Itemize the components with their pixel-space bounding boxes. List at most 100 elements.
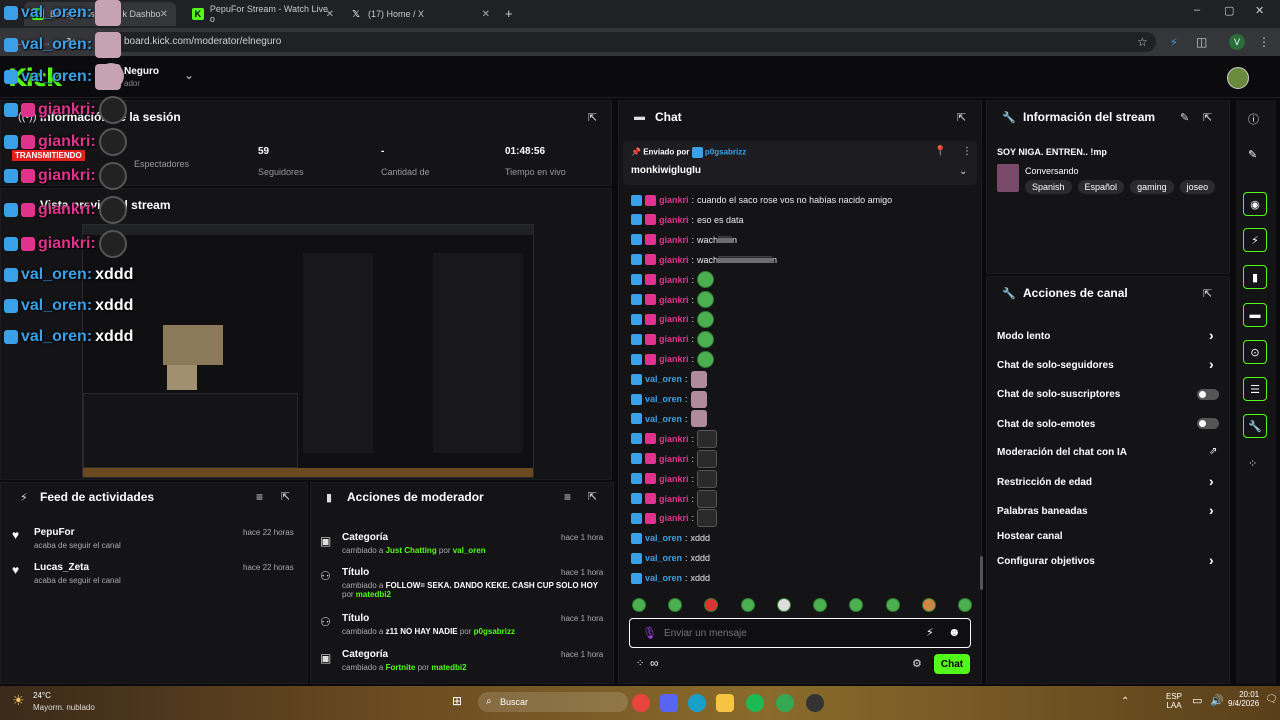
emote-icon[interactable] (921, 598, 936, 612)
pin-icon[interactable]: 📍 (934, 146, 946, 157)
pink-emote-icon[interactable] (690, 390, 707, 408)
action-ai-moderation[interactable]: Moderación del chat con IA (997, 447, 1127, 458)
volume-icon[interactable]: 🔊 (1210, 694, 1224, 707)
chat-username[interactable]: giankri (659, 314, 689, 324)
chat-input[interactable] (664, 625, 914, 641)
chat-message[interactable]: giankri: (631, 330, 715, 348)
bolt-icon[interactable]: ⚡ (1243, 228, 1267, 252)
chat-message[interactable]: val_oren: (631, 370, 707, 388)
chat-username[interactable]: giankri (659, 235, 689, 245)
folder-icon[interactable] (716, 694, 734, 712)
emote-icon[interactable] (885, 598, 900, 612)
layers-icon[interactable]: ☰ (1243, 377, 1267, 401)
frog-emote-icon[interactable] (697, 330, 715, 348)
chat-message[interactable]: giankri: eso es data (631, 212, 744, 228)
close-icon[interactable]: ✕ (326, 9, 334, 20)
chat-username[interactable]: giankri (659, 255, 689, 265)
chat-username[interactable]: giankri (659, 434, 689, 444)
extensions-puzzle-icon[interactable]: ◫ (1196, 35, 1207, 49)
chat-message[interactable]: giankri: wachiiiiiiiiiiiiiiiiiiiiiiiiiiin (631, 252, 777, 268)
chat-username[interactable]: val_oren (645, 374, 682, 384)
emote-icon[interactable] (813, 598, 828, 612)
url-field[interactable]: board.kick.com/moderator/elneguro (96, 32, 1156, 52)
chat-message[interactable]: val_oren: xddd (631, 530, 710, 546)
discord-icon[interactable] (660, 694, 678, 712)
chat-username[interactable]: giankri (659, 454, 689, 464)
frog-emote-icon[interactable] (697, 350, 715, 368)
popout-icon[interactable]: ⇱ (1203, 287, 1212, 300)
chrome-profile-icon[interactable] (776, 694, 794, 712)
chat-message[interactable]: giankri: wachiiiiiiin (631, 232, 737, 248)
chat-message[interactable]: giankri: (631, 271, 715, 289)
chat-username[interactable]: val_oren (645, 573, 682, 583)
chrome-icon[interactable] (632, 694, 650, 712)
tag[interactable]: joseo (1179, 180, 1216, 194)
emote-icon[interactable] (740, 598, 755, 612)
chat-scrollbar[interactable] (980, 556, 983, 590)
chat-username[interactable]: giankri (659, 474, 689, 484)
chat-message[interactable]: val_oren: (631, 390, 707, 408)
close-window-icon[interactable]: ✕ (1255, 4, 1264, 17)
network-icon[interactable]: ▭ (1192, 694, 1202, 707)
pink-emote-icon[interactable] (690, 370, 707, 388)
cat-emote-icon[interactable] (697, 469, 718, 488)
emote-icon[interactable] (632, 598, 646, 612)
frog-emote-icon[interactable] (697, 291, 715, 308)
action-followers-only[interactable]: Chat de solo-seguidores (997, 360, 1114, 371)
tag[interactable]: Español (1077, 180, 1125, 194)
bookmark-star-icon[interactable]: ☆ (1137, 35, 1148, 49)
emotes-only-toggle[interactable] (1197, 418, 1219, 429)
chat-message[interactable]: giankri: (631, 350, 715, 368)
emote-icon[interactable] (957, 598, 972, 612)
menu-kebab-icon[interactable]: ⋮ (962, 146, 972, 157)
edit-pencil-icon[interactable]: ✎ (1180, 111, 1189, 124)
taskbar-search[interactable]: Buscar (478, 692, 628, 712)
new-tab-button[interactable]: + (505, 6, 513, 21)
clock[interactable]: 20:01 9/4/2026 (1228, 690, 1259, 708)
popout-icon[interactable]: ⇱ (1203, 111, 1212, 124)
chat-username[interactable]: giankri (659, 513, 689, 523)
action-configure-goals[interactable]: Configurar objetivos (997, 556, 1095, 567)
pinned-message[interactable]: 📌 Enviado por p0gsabrizz monkiwiglugIu 📍… (623, 141, 977, 185)
dots-icon[interactable]: ⁘ (1248, 457, 1257, 470)
popout-icon[interactable]: ⇱ (957, 111, 966, 124)
frog-emote-icon[interactable] (697, 271, 715, 289)
chat-username[interactable]: giankri (659, 275, 689, 285)
chevron-right-icon[interactable]: › (1209, 552, 1214, 568)
chat-message[interactable]: val_oren: (631, 410, 707, 428)
chat-username[interactable]: val_oren (645, 394, 682, 404)
emoji-icon[interactable]: ☻ (948, 625, 961, 639)
popout-icon[interactable]: ⇱ (588, 490, 597, 503)
action-banned-words[interactable]: Palabras baneadas (997, 506, 1088, 517)
obs-icon[interactable] (806, 694, 824, 712)
extension-icon[interactable]: ⚡ (1170, 36, 1178, 49)
tag[interactable]: gaming (1130, 180, 1174, 194)
frog-emote-icon[interactable] (697, 310, 715, 328)
chat-username[interactable]: val_oren (645, 533, 682, 543)
book-icon[interactable]: ▮ (1243, 265, 1267, 289)
chevron-right-icon[interactable]: › (1209, 473, 1214, 489)
chat-message[interactable]: giankri: (631, 469, 718, 488)
chat-message[interactable]: giankri: (631, 291, 715, 308)
pink-emote-icon[interactable] (690, 410, 707, 428)
chat-message[interactable]: giankri: (631, 310, 715, 328)
cat-emote-icon[interactable] (697, 509, 718, 528)
chevron-down-icon[interactable]: ⌄ (959, 166, 967, 177)
info-icon[interactable]: ⓘ (1248, 111, 1259, 127)
lang-indicator[interactable]: ESP LAA (1166, 692, 1182, 710)
emote-icon[interactable] (849, 598, 864, 612)
wrench-icon[interactable]: 🔧 (1243, 414, 1267, 438)
emote-icon[interactable] (776, 598, 791, 612)
camera-icon[interactable]: ◉ (1243, 192, 1267, 216)
minimize-icon[interactable]: – (1194, 4, 1200, 16)
emote-icon[interactable] (668, 598, 683, 612)
chat-message[interactable]: val_oren: xddd (631, 550, 710, 566)
chevron-right-icon[interactable]: › (1209, 356, 1214, 372)
cat-emote-icon[interactable] (697, 429, 718, 448)
edge-icon[interactable] (688, 694, 706, 712)
chat-message[interactable]: giankri: (631, 449, 718, 468)
popout-icon[interactable]: ⇱ (588, 111, 597, 124)
chat-message[interactable]: giankri: cuando el saco rose vos no había… (631, 192, 892, 208)
notification-icon[interactable]: 🗨 (1265, 694, 1278, 705)
chat-username[interactable]: giankri (659, 195, 689, 205)
